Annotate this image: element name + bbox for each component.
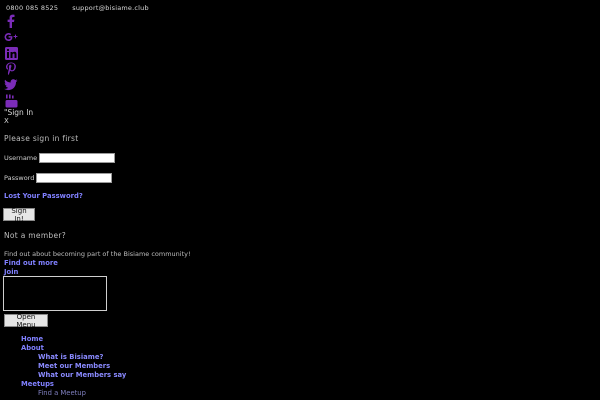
- find-out-more-link[interactable]: Find out more: [4, 259, 58, 267]
- sign-in-link-label: Sign In: [7, 108, 34, 117]
- nav-item-what-is-bisiame[interactable]: What is Bisiame?: [38, 353, 103, 361]
- sign-in-prompt: Please sign in first: [4, 134, 79, 143]
- pinterest-link[interactable]: [4, 61, 18, 77]
- nav-item-what-members-say[interactable]: What our Members say: [38, 371, 126, 379]
- lost-password-link[interactable]: Lost Your Password?: [4, 192, 83, 200]
- pinterest-icon: [6, 62, 16, 76]
- sign-in-link[interactable]: "Sign In: [4, 108, 33, 117]
- social-links: [4, 13, 18, 109]
- nav-item-about[interactable]: About: [21, 344, 44, 352]
- username-label: Username: [4, 154, 38, 162]
- contact-bar: 0800 085 8525 support@bisiame.club: [6, 3, 149, 13]
- sign-in-button[interactable]: Sign In!: [3, 207, 35, 223]
- google-plus-icon: [4, 33, 18, 41]
- linkedin-link[interactable]: [4, 45, 18, 61]
- support-email[interactable]: support@bisiame.club: [72, 4, 149, 12]
- password-input[interactable]: [36, 173, 113, 183]
- linkedin-icon: [4, 46, 18, 60]
- nav-item-home[interactable]: Home: [21, 335, 43, 343]
- search-box[interactable]: [3, 276, 107, 311]
- facebook-icon: [7, 14, 15, 28]
- membership-blurb: Find out about becoming part of the Bisi…: [4, 250, 191, 258]
- nav-item-meet-our-members[interactable]: Meet our Members: [38, 362, 110, 370]
- youtube-link[interactable]: [4, 93, 18, 109]
- username-input[interactable]: [39, 153, 116, 163]
- not-member-heading: Not a member?: [4, 231, 67, 240]
- join-link[interactable]: Join: [4, 268, 18, 276]
- close-sign-in-button[interactable]: X: [4, 117, 9, 125]
- nav-item-find-a-meetup[interactable]: Find a Meetup: [38, 389, 86, 397]
- password-label: Password: [4, 174, 35, 182]
- nav-item-meetups[interactable]: Meetups: [21, 380, 54, 388]
- google-plus-link[interactable]: [4, 29, 18, 45]
- youtube-icon: [5, 94, 17, 108]
- twitter-icon: [4, 79, 18, 91]
- facebook-link[interactable]: [4, 13, 18, 29]
- username-row: Username: [4, 153, 116, 163]
- twitter-link[interactable]: [4, 77, 18, 93]
- password-row: Password: [4, 173, 113, 183]
- phone-number[interactable]: 0800 085 8525: [6, 4, 58, 12]
- open-menu-button[interactable]: Open Menu: [4, 313, 48, 329]
